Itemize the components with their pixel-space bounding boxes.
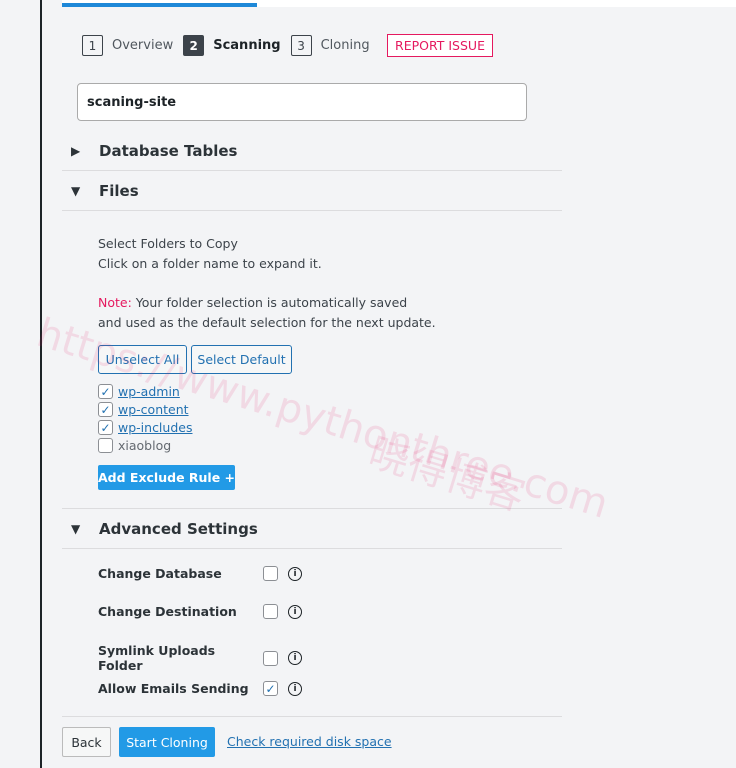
folder-name: xiaoblog	[118, 438, 172, 453]
folder-link[interactable]: wp-admin	[118, 384, 180, 399]
note-label: Note:	[98, 295, 132, 310]
section-title: Advanced Settings	[99, 519, 258, 538]
advanced-row: Change Destination i	[98, 604, 302, 619]
section-files[interactable]: ▼ Files	[62, 171, 562, 211]
progress-bar	[62, 0, 736, 7]
section-title: Database Tables	[99, 141, 238, 160]
checkbox[interactable]	[98, 438, 113, 453]
watermark-cn: 晓得博客	[363, 429, 531, 521]
clone-name-input[interactable]: scaning-site	[77, 83, 527, 121]
folder-link[interactable]: wp-content	[118, 402, 189, 417]
checkbox[interactable]	[263, 650, 278, 666]
step-1-number: 1	[82, 35, 103, 56]
back-button[interactable]: Back	[62, 727, 111, 757]
checkbox[interactable]: ✓	[98, 384, 113, 399]
check-disk-space-link[interactable]: Check required disk space	[227, 734, 392, 749]
checkbox[interactable]: ✓	[98, 402, 113, 417]
setting-label: Change Database	[98, 566, 222, 581]
section-advanced-settings[interactable]: ▼ Advanced Settings	[62, 509, 562, 549]
section-title: Files	[99, 181, 139, 200]
note-text: Your folder selection is automatically s…	[131, 295, 408, 310]
checkbox[interactable]	[263, 566, 278, 581]
step-scanning: Scanning	[213, 38, 281, 53]
step-3-number: 3	[290, 35, 312, 56]
wizard-steps: 1 Overview 2 Scanning 3 Cloning	[82, 35, 380, 56]
start-cloning-button[interactable]: Start Cloning	[119, 727, 215, 757]
folder-item[interactable]: xiaoblog	[98, 438, 171, 453]
caret-down-icon: ▼	[71, 521, 81, 536]
info-icon[interactable]: i	[288, 566, 302, 581]
info-icon[interactable]: i	[288, 604, 302, 619]
advanced-row: Symlink Uploads Folder i	[98, 643, 302, 673]
select-default-button[interactable]: Select Default	[191, 345, 292, 374]
progress-fill	[62, 3, 258, 7]
info-icon[interactable]: i	[288, 681, 302, 696]
files-hint: Click on a folder name to expand it.	[98, 256, 322, 271]
caret-down-icon: ▼	[71, 183, 81, 198]
folder-item[interactable]: ✓ wp-admin	[98, 384, 180, 399]
files-heading: Select Folders to Copy	[98, 236, 238, 251]
add-exclude-rule-button[interactable]: Add Exclude Rule +	[98, 465, 235, 490]
folder-link[interactable]: wp-includes	[118, 420, 192, 435]
files-note: Note: Your folder selection is automatic…	[98, 293, 407, 313]
caret-right-icon: ▶	[71, 143, 81, 158]
unselect-all-button[interactable]: Unselect All	[98, 345, 187, 374]
section-database-tables[interactable]: ▶ Database Tables	[62, 131, 562, 171]
folder-item[interactable]: ✓ wp-content	[98, 402, 189, 417]
report-issue-button[interactable]: REPORT ISSUE	[387, 34, 493, 57]
sidebar-border	[40, 0, 42, 768]
advanced-row: Allow Emails Sending ✓ i	[98, 681, 302, 696]
setting-label: Change Destination	[98, 604, 237, 619]
advanced-row: Change Database i	[98, 566, 302, 581]
step-overview: Overview	[112, 38, 174, 53]
setting-label: Symlink Uploads Folder	[98, 643, 216, 673]
watermark-url: https://www.pythonthree.com	[31, 310, 614, 528]
step-cloning: Cloning	[320, 38, 370, 53]
divider	[62, 716, 562, 717]
checkbox[interactable]: ✓	[263, 681, 278, 696]
setting-label: Allow Emails Sending	[98, 681, 249, 696]
checkbox[interactable]	[263, 604, 278, 619]
checkbox[interactable]: ✓	[98, 420, 113, 435]
info-icon[interactable]: i	[288, 651, 302, 665]
files-note-2: and used as the default selection for th…	[98, 315, 436, 330]
folder-item[interactable]: ✓ wp-includes	[98, 420, 192, 435]
step-2-number: 2	[183, 35, 205, 56]
